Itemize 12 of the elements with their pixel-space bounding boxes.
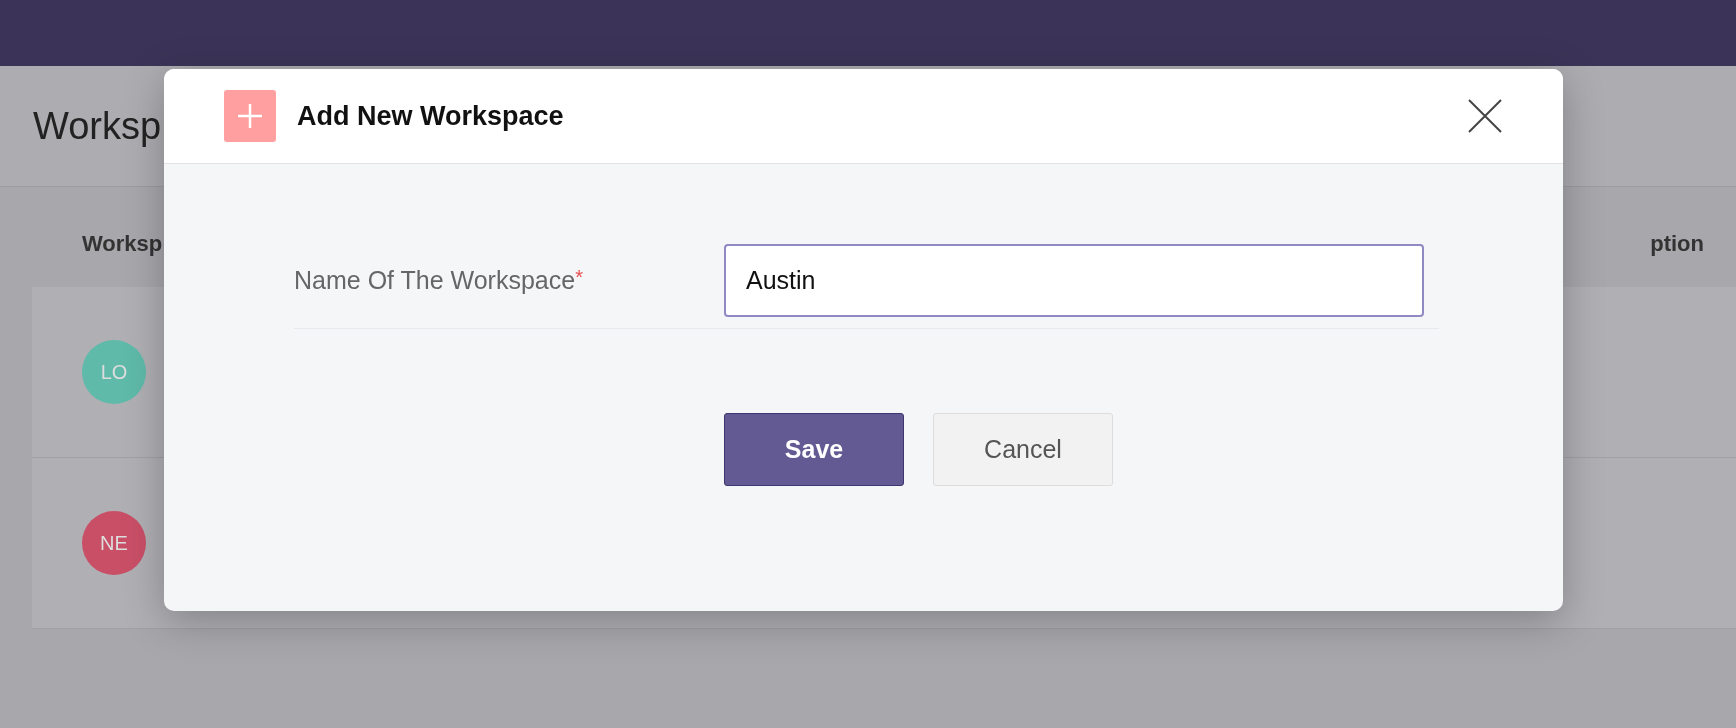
page-title: Worksp [33,104,162,148]
name-input[interactable]: Austin [724,244,1424,317]
save-button[interactable]: Save [724,413,904,486]
column-heading: ption [1650,231,1704,258]
close-button[interactable] [1467,98,1503,134]
avatar: NE [82,511,146,575]
column-heading: Worksp [82,231,163,258]
cancel-button[interactable]: Cancel [933,413,1113,486]
dialog-title: Add New Workspace [297,100,565,132]
field-label: Name Of The Workspace* [294,266,584,295]
avatar: LO [82,340,146,404]
add-icon [224,90,276,142]
